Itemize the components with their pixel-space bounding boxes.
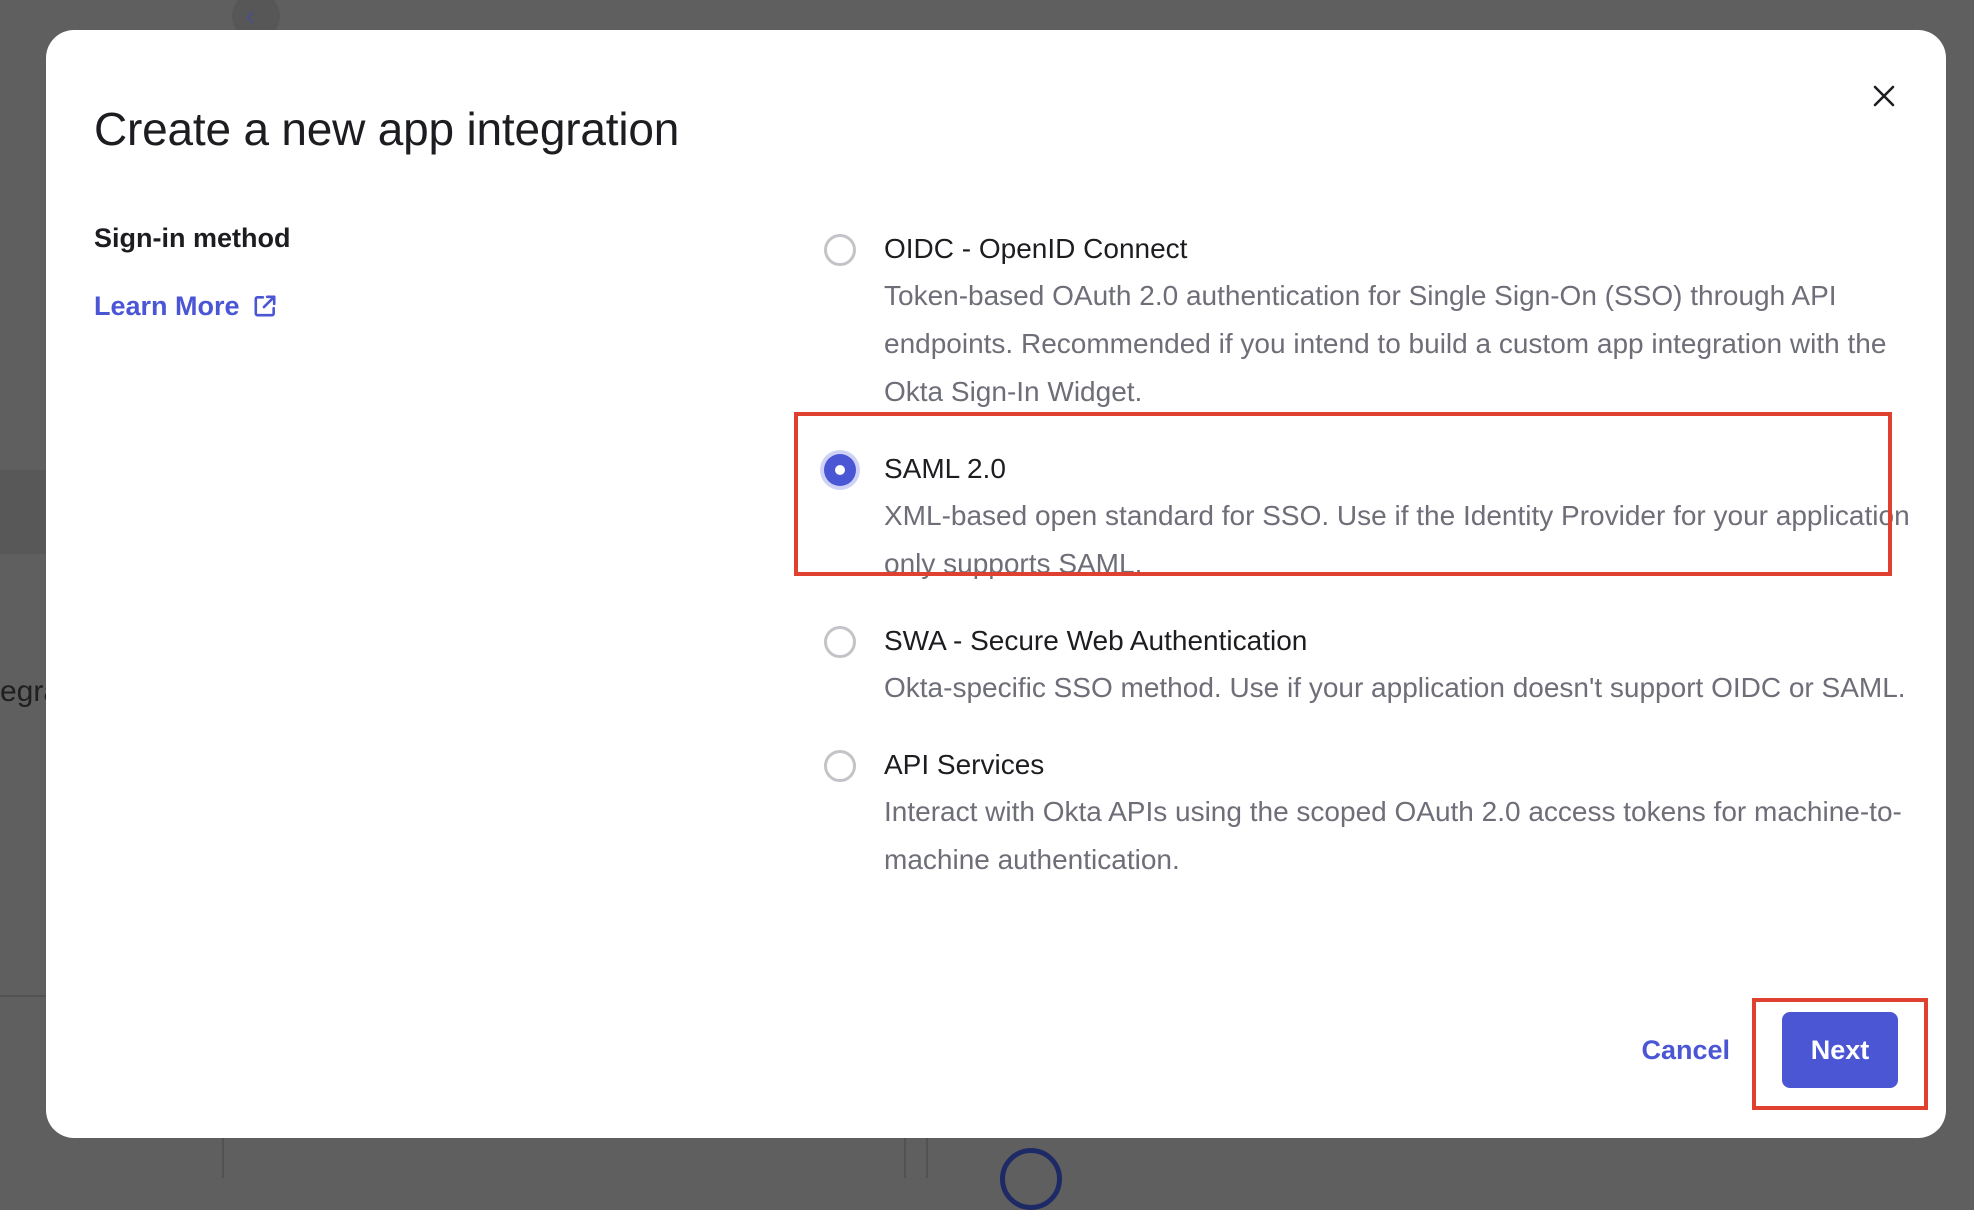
radio-api-services[interactable] [824, 750, 856, 782]
option-description: Interact with Okta APIs using the scoped… [884, 796, 1902, 875]
radio-saml[interactable] [824, 454, 856, 486]
option-title: SWA - Secure Web Authentication [884, 625, 1308, 656]
radio-swa[interactable] [824, 626, 856, 658]
option-swa[interactable]: SWA - Secure Web Authentication Okta-spe… [824, 622, 1934, 712]
chevron-left-icon: ‹ [246, 0, 256, 31]
option-description: Okta-specific SSO method. Use if your ap… [884, 672, 1906, 703]
sign-in-method-label: Sign-in method [94, 223, 291, 253]
option-title: SAML 2.0 [884, 453, 1006, 484]
option-description: Token-based OAuth 2.0 authentication for… [884, 280, 1887, 407]
radio-oidc[interactable] [824, 234, 856, 266]
close-icon [1873, 85, 1895, 107]
sign-in-method-column: Sign-in method Learn More [94, 220, 694, 324]
background-card-edge [904, 1138, 906, 1178]
sign-in-method-options: OIDC - OpenID Connect Token-based OAuth … [824, 230, 1934, 904]
option-saml[interactable]: SAML 2.0 XML-based open standard for SSO… [824, 450, 1934, 588]
option-title: API Services [884, 749, 1045, 780]
next-button[interactable]: Next [1782, 1012, 1898, 1088]
cancel-button[interactable]: Cancel [1641, 1035, 1730, 1066]
background-card-edge [222, 1138, 224, 1178]
create-app-integration-dialog: Create a new app integration Sign-in met… [46, 30, 1946, 1138]
dialog-footer: Cancel Next [1641, 1012, 1898, 1088]
background-divider [0, 995, 46, 997]
external-link-icon [254, 295, 276, 317]
close-button[interactable] [1860, 72, 1908, 120]
option-title: OIDC - OpenID Connect [884, 233, 1188, 264]
option-api-services[interactable]: API Services Interact with Okta APIs usi… [824, 746, 1934, 884]
dialog-title: Create a new app integration [94, 103, 680, 155]
learn-more-label: Learn More [94, 291, 240, 321]
option-oidc[interactable]: OIDC - OpenID Connect Token-based OAuth … [824, 230, 1934, 416]
background-strip [0, 470, 46, 554]
background-card-edge [926, 1138, 928, 1178]
background-spinner [1000, 1148, 1062, 1210]
option-description: XML-based open standard for SSO. Use if … [884, 500, 1910, 579]
learn-more-link[interactable]: Learn More [94, 288, 278, 324]
